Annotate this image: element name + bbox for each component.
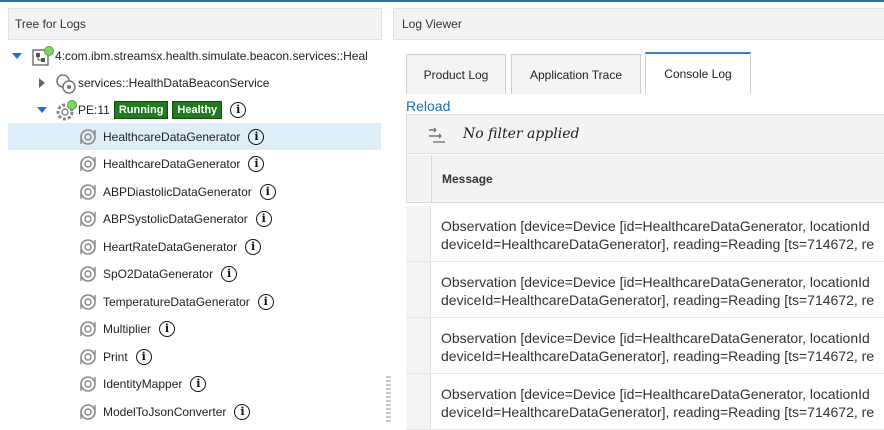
- operator-row[interactable]: HealthcareDataGenerator i: [8, 123, 381, 150]
- row-selector[interactable]: [406, 262, 431, 317]
- info-icon[interactable]: i: [257, 293, 274, 310]
- tab-label: Product Log: [423, 67, 489, 82]
- info-icon[interactable]: i: [255, 210, 272, 227]
- operator-label: ABPDiastolicDataGenerator: [103, 184, 252, 199]
- log-viewer-title: Log Viewer: [402, 17, 462, 31]
- operator-icon: [78, 209, 98, 229]
- operator-icon: [78, 292, 98, 312]
- reload-link[interactable]: Reload: [406, 98, 450, 114]
- log-message-line: deviceId=HealthcareDataGenerator], readi…: [441, 348, 875, 364]
- operator-row[interactable]: TemperatureDataGenerator i: [8, 288, 274, 315]
- column-header-message[interactable]: Message: [442, 172, 493, 186]
- table-row[interactable]: Observation [device=Device [id=Healthcar…: [406, 206, 884, 262]
- info-icon[interactable]: i: [245, 238, 262, 255]
- tree-service-row[interactable]: services::HealthDataBeaconService: [37, 69, 269, 96]
- operator-row[interactable]: Print i: [8, 343, 152, 370]
- filter-bar: No filter applied: [406, 114, 884, 154]
- select-all-column[interactable]: [407, 155, 432, 202]
- operator-label: HealthcareDataGenerator: [103, 156, 241, 171]
- operator-icon: [78, 154, 98, 174]
- operator-icon: [78, 319, 98, 339]
- operator-row[interactable]: ABPDiastolicDataGenerator i: [8, 178, 276, 205]
- operator-label: HeartRateDataGenerator: [103, 239, 238, 254]
- info-icon[interactable]: i: [259, 183, 276, 200]
- operator-label: IdentityMapper: [103, 376, 183, 391]
- collapse-arrow-icon[interactable]: [12, 51, 22, 61]
- operator-icon: [78, 127, 98, 147]
- filter-status-text: No filter applied: [463, 126, 580, 142]
- operator-label: SpO2DataGenerator: [103, 266, 214, 281]
- operator-icon: [78, 237, 98, 257]
- log-message: Observation [device=Device [id=Healthcar…: [441, 385, 874, 421]
- operator-label: Multiplier: [103, 321, 152, 336]
- operator-label: TemperatureDataGenerator: [103, 294, 250, 309]
- info-icon[interactable]: i: [159, 320, 176, 337]
- operator-row[interactable]: ABPSystolicDataGenerator i: [8, 205, 272, 232]
- operator-icon: [78, 347, 98, 367]
- operator-row[interactable]: HealthcareDataGenerator i: [8, 150, 265, 177]
- tree-pe-row[interactable]: PE:11 Running Healthy i: [37, 96, 247, 123]
- operator-row[interactable]: Multiplier i: [8, 315, 176, 342]
- log-message-line: Observation [device=Device [id=Healthcar…: [441, 386, 870, 402]
- row-selector[interactable]: [406, 318, 431, 373]
- table-row[interactable]: Observation [device=Device [id=Healthcar…: [406, 262, 884, 318]
- operator-row[interactable]: SpO2DataGenerator i: [8, 260, 238, 287]
- status-badge-healthy: Healthy: [172, 100, 223, 119]
- operator-icon: [78, 182, 98, 202]
- info-icon[interactable]: i: [190, 375, 207, 392]
- log-message-line: deviceId=HealthcareDataGenerator], readi…: [441, 236, 875, 252]
- log-table-header: Message: [406, 155, 884, 203]
- operator-icon: [78, 264, 98, 284]
- log-message: Observation [device=Device [id=Healthcar…: [441, 273, 874, 309]
- info-icon[interactable]: i: [234, 403, 251, 420]
- tab-console-log[interactable]: Console Log: [645, 52, 751, 94]
- tree-panel-header: Tree for Logs: [8, 8, 382, 40]
- log-message: Observation [device=Device [id=Healthcar…: [441, 329, 874, 365]
- tree-root-row[interactable]: 4:com.ibm.streamsx.health.simulate.beaco…: [12, 42, 382, 69]
- info-icon[interactable]: i: [221, 265, 238, 282]
- tab-label: Application Trace: [529, 67, 623, 82]
- collapse-arrow-icon[interactable]: [37, 105, 47, 115]
- log-message: Observation [device=Device [id=Healthcar…: [441, 217, 874, 253]
- operator-icon: [78, 402, 98, 422]
- job-icon: [32, 45, 54, 66]
- tree-service-label: services::HealthDataBeaconService: [78, 75, 270, 90]
- tree-pe-label: PE:11: [78, 102, 110, 117]
- operator-label: HealthcareDataGenerator: [103, 129, 241, 144]
- info-icon[interactable]: i: [135, 348, 152, 365]
- operator-icon: [78, 374, 98, 394]
- tree-panel: Tree for Logs 4:com.ibm.streamsx.health.…: [0, 2, 383, 426]
- operator-row[interactable]: HeartRateDataGenerator i: [8, 233, 262, 260]
- info-icon[interactable]: i: [248, 128, 265, 145]
- info-icon[interactable]: i: [230, 101, 247, 118]
- filter-icon[interactable]: [427, 126, 447, 144]
- tab-product-log[interactable]: Product Log: [406, 54, 506, 94]
- log-message-line: deviceId=HealthcareDataGenerator], readi…: [441, 292, 875, 308]
- log-viewer-panel: Log Viewer Product Log Application Trace…: [393, 2, 884, 430]
- tree-panel-title: Tree for Logs: [15, 17, 86, 31]
- pe-gear-icon: [55, 99, 77, 120]
- log-message-line: Observation [device=Device [id=Healthcar…: [441, 218, 870, 234]
- tree-root-label: 4:com.ibm.streamsx.health.simulate.beaco…: [55, 48, 368, 63]
- row-selector[interactable]: [406, 374, 431, 429]
- panel-splitter-handle[interactable]: [386, 376, 391, 424]
- table-row[interactable]: Observation [device=Device [id=Healthcar…: [406, 374, 884, 430]
- expand-arrow-icon[interactable]: [37, 77, 47, 88]
- status-badge-running: Running: [113, 100, 169, 119]
- service-icon: [55, 73, 76, 94]
- operator-row[interactable]: ModelToJsonConverter i: [8, 398, 251, 425]
- table-row[interactable]: Observation [device=Device [id=Healthcar…: [406, 318, 884, 374]
- log-message-line: Observation [device=Device [id=Healthcar…: [441, 274, 870, 290]
- tab-label: Console Log: [664, 67, 732, 81]
- operator-label: ABPSystolicDataGenerator: [103, 211, 248, 226]
- tab-application-trace[interactable]: Application Trace: [511, 54, 641, 94]
- log-message-line: Observation [device=Device [id=Healthcar…: [441, 330, 870, 346]
- operator-label: ModelToJsonConverter: [103, 404, 227, 419]
- log-viewer-header: Log Viewer: [393, 8, 884, 40]
- row-selector[interactable]: [406, 206, 431, 261]
- operator-label: Print: [103, 349, 128, 364]
- operator-row[interactable]: IdentityMapper i: [8, 370, 207, 397]
- info-icon[interactable]: i: [248, 155, 265, 172]
- log-message-line: deviceId=HealthcareDataGenerator], readi…: [441, 404, 875, 420]
